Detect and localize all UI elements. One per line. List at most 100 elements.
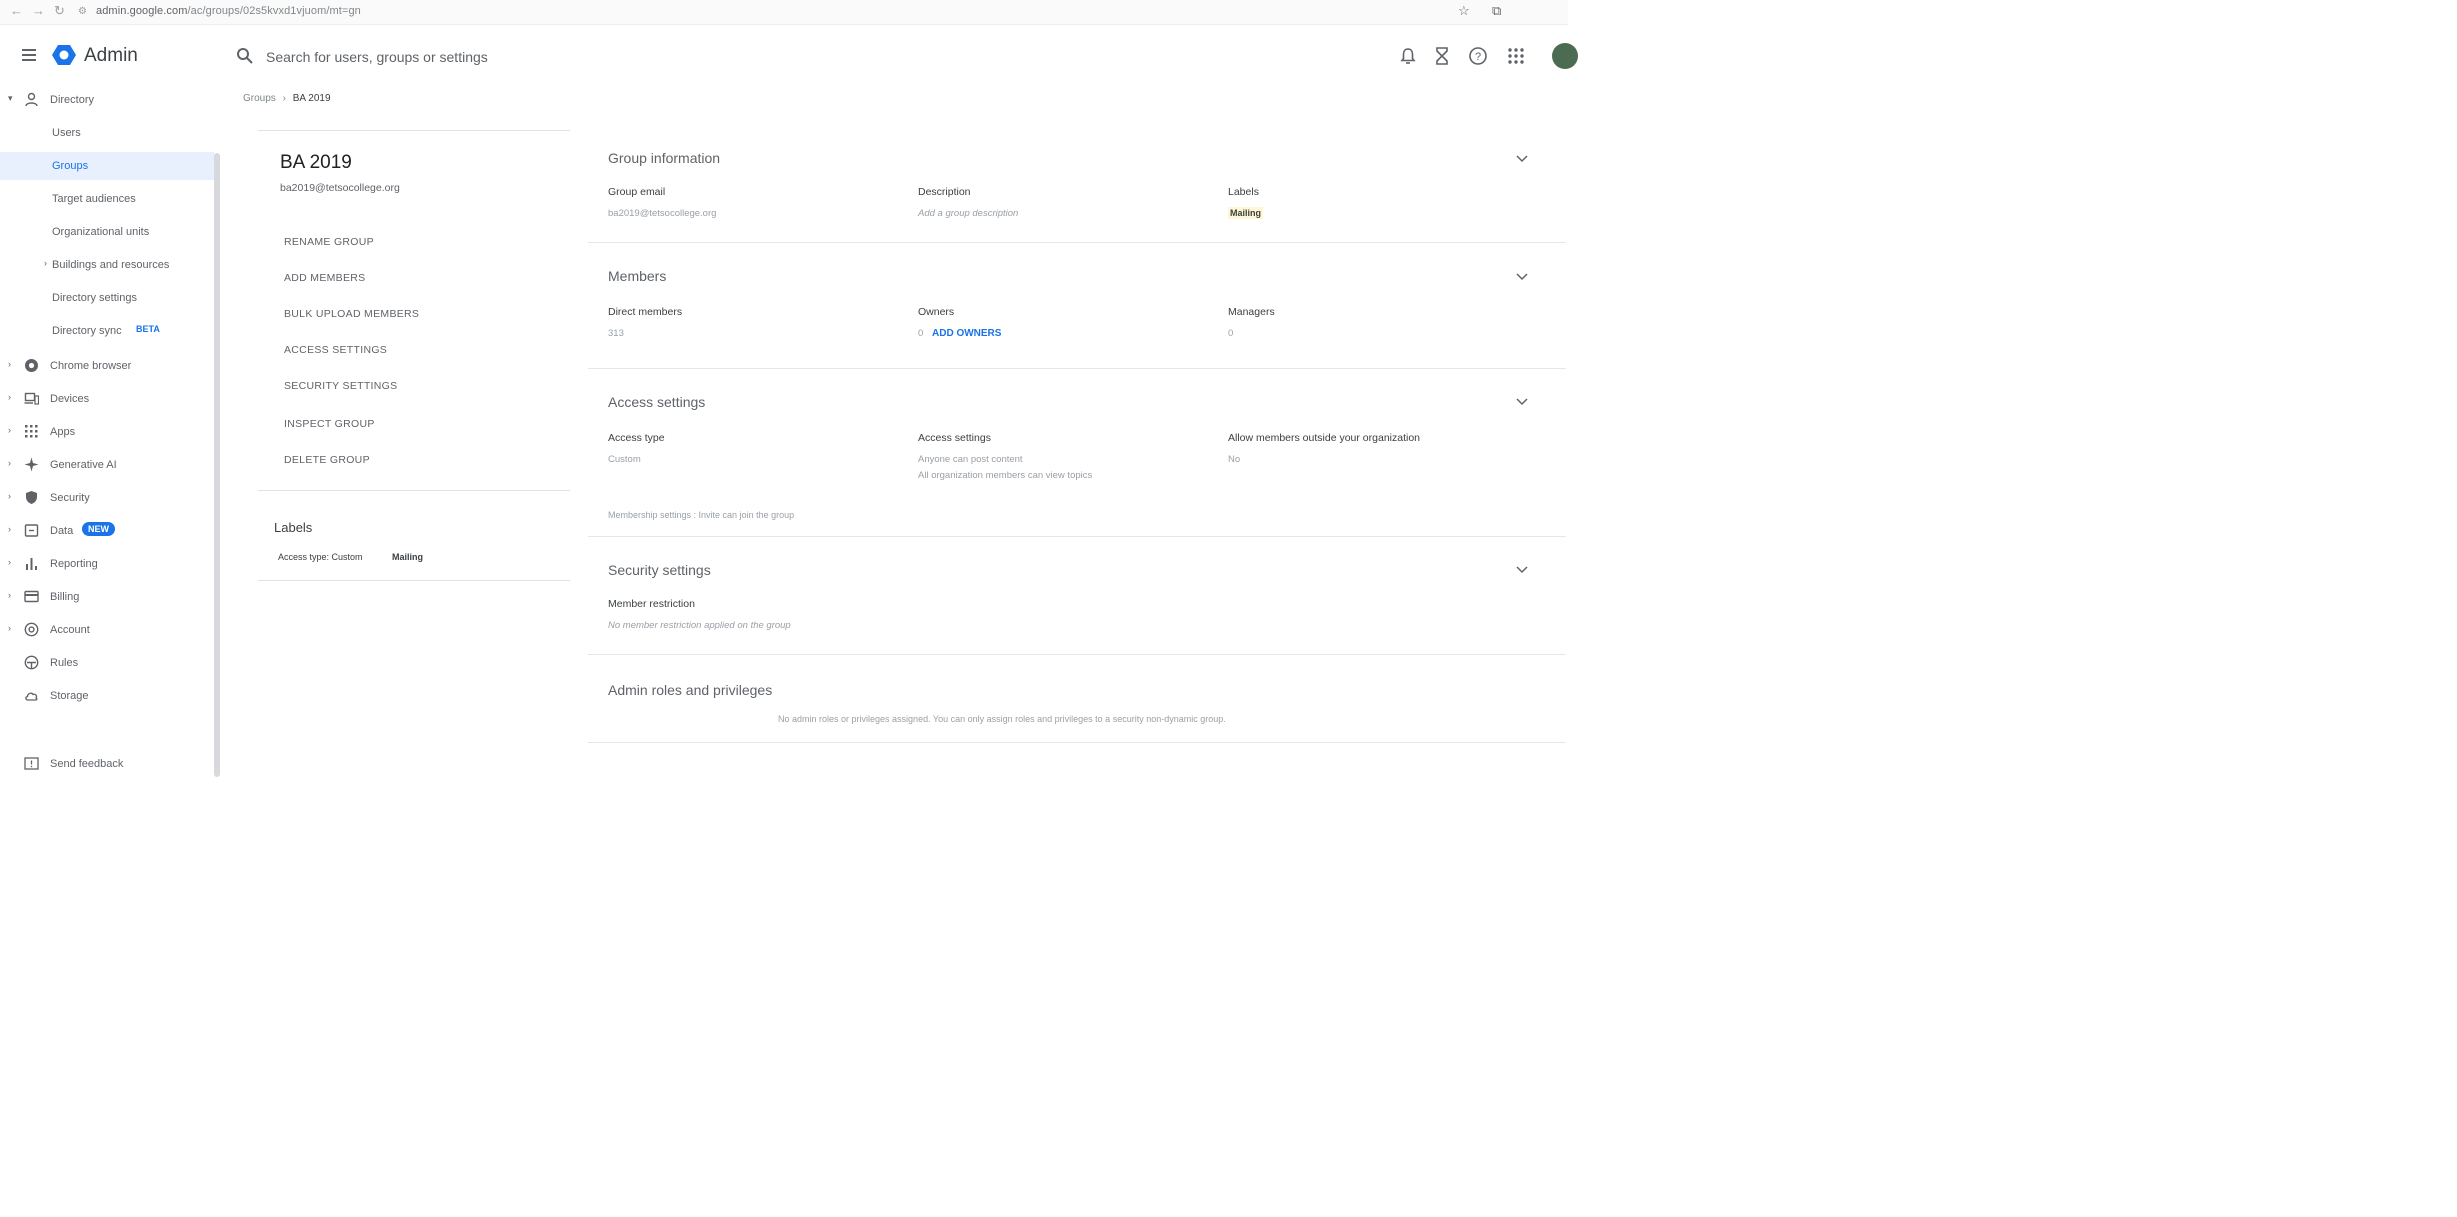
sidebar-item-label: Security — [50, 492, 90, 504]
search-input[interactable] — [264, 44, 768, 70]
sidebar-item-account[interactable]: › Account — [0, 616, 214, 644]
sidebar-item-billing[interactable]: › Billing — [0, 583, 214, 611]
hourglass-tasks-icon[interactable] — [1432, 46, 1452, 66]
delete-group-button[interactable]: DELETE GROUP — [284, 454, 370, 466]
group-email-label: Group email — [608, 186, 666, 198]
access-type-value: Custom — [608, 454, 641, 465]
breadcrumb-groups-link[interactable]: Groups — [243, 93, 276, 104]
extensions-icon[interactable]: ⧉ — [1492, 3, 1501, 19]
sidebar-item-groups[interactable]: Groups — [0, 152, 214, 180]
sidebar-item-label: Directory settings — [52, 292, 137, 304]
group-email: ba2019@tetsocollege.org — [280, 182, 400, 194]
rename-group-button[interactable]: RENAME GROUP — [284, 236, 374, 248]
reload-icon[interactable]: ↻ — [54, 3, 65, 19]
notifications-bell-icon[interactable] — [1398, 46, 1418, 66]
sidebar-item-directory[interactable]: ▾ Directory — [0, 86, 214, 114]
chevron-down-icon[interactable] — [1516, 398, 1528, 406]
group-summary-card: BA 2019 ba2019@tetsocollege.org RENAME G… — [258, 130, 570, 582]
labels-label: Labels — [1228, 186, 1259, 198]
rules-icon — [24, 655, 39, 670]
sidebar: ▾ Directory Users Groups Target audience… — [0, 90, 220, 777]
description-value[interactable]: Add a group description — [918, 208, 1018, 219]
url-path: /ac/groups/02s5kvxd1vjuom/mt=gn — [187, 5, 361, 17]
access-settings-button[interactable]: ACCESS SETTINGS — [284, 344, 387, 356]
sidebar-item-label: Directory sync — [52, 325, 122, 337]
beta-badge: BETA — [136, 324, 160, 334]
chevron-down-icon[interactable] — [1516, 566, 1528, 574]
forward-icon[interactable]: → — [32, 3, 45, 18]
sidebar-item-storage[interactable]: Storage — [0, 682, 214, 710]
site-info-icon[interactable]: ⚙ — [78, 6, 87, 17]
cloud-icon — [25, 692, 38, 701]
sidebar-item-label: Chrome browser — [50, 360, 132, 372]
sidebar-scrollbar[interactable] — [214, 153, 220, 777]
group-details-panel: Group information Group email ba2019@tet… — [588, 130, 1566, 750]
divider — [258, 490, 570, 491]
send-feedback-link[interactable]: Send feedback — [0, 756, 214, 776]
at-sign-icon — [24, 622, 39, 637]
members-title[interactable]: Members — [608, 268, 666, 284]
security-settings-button[interactable]: SECURITY SETTINGS — [284, 380, 397, 392]
add-owners-button[interactable]: ADD OWNERS — [932, 328, 1001, 339]
sidebar-item-organizational-units[interactable]: Organizational units — [0, 218, 214, 246]
group-information-title[interactable]: Group information — [608, 150, 720, 166]
sidebar-item-target-audiences[interactable]: Target audiences — [0, 185, 214, 213]
sidebar-item-directory-sync[interactable]: Directory sync BETA — [0, 317, 214, 345]
chevron-down-icon[interactable] — [1516, 155, 1528, 163]
google-apps-grid-icon[interactable] — [1506, 46, 1526, 66]
sidebar-item-security[interactable]: › Security — [0, 484, 214, 512]
sidebar-item-apps[interactable]: › Apps — [0, 418, 214, 446]
chevron-down-icon: ▾ — [8, 93, 13, 103]
main-menu-icon[interactable] — [22, 49, 36, 61]
label-chip-access-type: Access type: Custom — [278, 552, 363, 562]
search-icon[interactable] — [236, 47, 254, 65]
security-settings-title[interactable]: Security settings — [608, 562, 711, 578]
chevron-down-icon[interactable] — [1516, 273, 1528, 281]
help-icon[interactable]: ? — [1468, 46, 1488, 66]
bulk-upload-members-button[interactable]: BULK UPLOAD MEMBERS — [284, 308, 419, 320]
add-members-button[interactable]: ADD MEMBERS — [284, 272, 365, 284]
bookmark-star-icon[interactable]: ☆ — [1458, 3, 1470, 19]
allow-outside-members-label: Allow members outside your organization — [1228, 432, 1421, 444]
access-settings-title[interactable]: Access settings — [608, 394, 705, 410]
sidebar-item-generative-ai[interactable]: › Generative AI — [0, 451, 214, 479]
direct-members-value[interactable]: 313 — [608, 328, 624, 339]
browser-address-bar: ← → ↻ ⚙ admin.google.com/ac/groups/02s5k… — [0, 0, 1568, 25]
svg-text:?: ? — [1475, 51, 1481, 63]
owners-value: 0 — [918, 328, 924, 339]
divider — [588, 242, 1566, 243]
inspect-group-button[interactable]: INSPECT GROUP — [284, 418, 375, 430]
sidebar-item-buildings-and-resources[interactable]: › Buildings and resources — [0, 251, 214, 279]
user-avatar[interactable] — [1552, 43, 1578, 69]
chevron-right-icon: › — [8, 359, 11, 369]
access-settings-line-2: All organization members can view topics — [918, 470, 1093, 481]
sidebar-item-reporting[interactable]: › Reporting — [0, 550, 214, 578]
admin-roles-message: No admin roles or privileges assigned. Y… — [778, 714, 1226, 724]
direct-members-label: Direct members — [608, 306, 683, 318]
sidebar-item-label: Apps — [50, 426, 76, 438]
divider — [588, 654, 1566, 655]
shield-icon — [26, 491, 37, 504]
divider — [588, 368, 1566, 369]
bar-chart-icon — [26, 558, 37, 570]
chevron-right-icon: › — [8, 458, 11, 468]
devices-icon — [24, 392, 39, 405]
owners-label: Owners — [918, 306, 955, 318]
sidebar-item-label: Directory — [50, 94, 95, 106]
managers-label: Managers — [1228, 306, 1275, 318]
chevron-right-icon: › — [8, 524, 11, 534]
group-name: BA 2019 — [280, 152, 352, 173]
sidebar-item-devices[interactable]: › Devices — [0, 385, 214, 413]
member-restriction-label: Member restriction — [608, 598, 695, 610]
chevron-right-icon: › — [8, 557, 11, 567]
url-text[interactable]: admin.google.com/ac/groups/02s5kvxd1vjuo… — [96, 5, 361, 17]
back-icon[interactable]: ← — [10, 3, 23, 18]
sidebar-item-users[interactable]: Users — [0, 119, 214, 147]
sidebar-item-directory-settings[interactable]: Directory settings — [0, 284, 214, 312]
admin-roles-title: Admin roles and privileges — [608, 682, 773, 698]
sidebar-item-chrome-browser[interactable]: › Chrome browser — [0, 352, 214, 380]
sidebar-item-data[interactable]: › Data NEW — [0, 517, 214, 545]
chevron-right-icon: › — [8, 623, 11, 633]
member-restriction-value: No member restriction applied on the gro… — [608, 620, 791, 631]
sidebar-item-rules[interactable]: Rules — [0, 649, 214, 677]
